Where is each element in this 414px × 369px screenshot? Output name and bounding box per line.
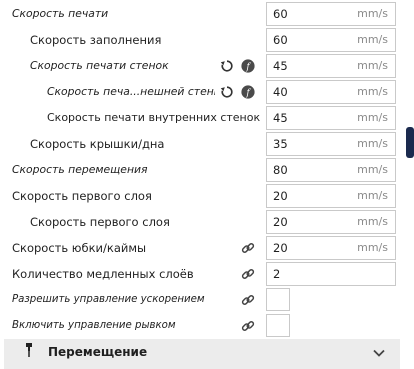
- function-icon[interactable]: f: [241, 85, 255, 99]
- setting-row-travel-speed: Скорость перемещения 80 mm/s: [0, 157, 414, 183]
- setting-label: Скорость заполнения: [30, 33, 162, 47]
- field-value: 60: [273, 7, 288, 21]
- field-unit: mm/s: [357, 241, 388, 254]
- setting-row-slower-layers: Количество медленных слоёв 2: [0, 261, 414, 287]
- inner-wall-speed-input[interactable]: 45 mm/s: [266, 106, 396, 130]
- setting-label: Скорость первого слоя: [30, 215, 170, 229]
- link-icon[interactable]: [241, 319, 255, 333]
- travel-icon: [22, 342, 36, 358]
- setting-label: Количество медленных слоёв: [12, 267, 194, 281]
- setting-row-wall-speed: Скорость печати стенок f 45 mm/s: [0, 53, 414, 79]
- setting-row-initial-layer-print-speed: Скорость первого слоя 20 mm/s: [0, 209, 414, 235]
- setting-row-infill-speed: Скорость заполнения 60 mm/s: [0, 27, 414, 53]
- field-unit: mm/s: [357, 163, 388, 176]
- setting-label: Скорость печа...нешней стенки: [47, 85, 215, 98]
- field-value: 35: [273, 137, 288, 151]
- setting-row-jerk-control: Включить управление рывком: [0, 313, 414, 339]
- section-header-travel[interactable]: Перемещение: [4, 339, 400, 369]
- setting-row-initial-layer-speed: Скорость первого слоя 20 mm/s: [0, 183, 414, 209]
- setting-label: Скорость юбки/каймы: [12, 241, 147, 255]
- acceleration-control-checkbox[interactable]: [266, 288, 290, 311]
- field-unit: mm/s: [357, 33, 388, 46]
- field-unit: mm/s: [357, 85, 388, 98]
- field-value: 20: [273, 241, 288, 255]
- field-value: 80: [273, 163, 288, 177]
- wall-speed-input[interactable]: 45 mm/s: [266, 54, 396, 78]
- top-bottom-speed-input[interactable]: 35 mm/s: [266, 132, 396, 156]
- reset-icon[interactable]: [220, 85, 234, 99]
- jerk-control-checkbox[interactable]: [266, 314, 290, 337]
- setting-row-acceleration-control: Разрешить управление ускорением: [0, 287, 414, 313]
- setting-label: Скорость печати внутренних стенок: [47, 111, 261, 124]
- field-value: 45: [273, 59, 288, 73]
- skirt-brim-speed-input[interactable]: 20 mm/s: [266, 236, 396, 260]
- link-icon[interactable]: [241, 267, 255, 281]
- setting-row-outer-wall-speed: Скорость печа...нешней стенки f 40 mm/s: [0, 79, 414, 105]
- setting-label: Разрешить управление ускорением: [12, 294, 205, 305]
- setting-label: Скорость перемещения: [12, 163, 148, 176]
- setting-label: Включить управление рывком: [12, 320, 176, 331]
- link-icon[interactable]: [241, 241, 255, 255]
- initial-layer-speed-input[interactable]: 20 mm/s: [266, 184, 396, 208]
- field-unit: mm/s: [357, 137, 388, 150]
- function-icon[interactable]: f: [241, 59, 255, 73]
- infill-speed-input[interactable]: 60 mm/s: [266, 28, 396, 52]
- field-unit: mm/s: [357, 7, 388, 20]
- setting-label: Скорость печати стенок: [30, 59, 169, 72]
- field-value: 40: [273, 85, 288, 99]
- field-unit: mm/s: [357, 189, 388, 202]
- chevron-down-icon[interactable]: [372, 345, 386, 359]
- field-value: 45: [273, 111, 288, 125]
- reset-icon[interactable]: [220, 59, 234, 73]
- field-value: 2: [273, 267, 281, 281]
- slower-layers-input[interactable]: 2: [266, 262, 396, 286]
- setting-row-inner-wall-speed: Скорость печати внутренних стенок 45 mm/…: [0, 105, 414, 131]
- setting-row-skirt-brim-speed: Скорость юбки/каймы 20 mm/s: [0, 235, 414, 261]
- outer-wall-speed-input[interactable]: 40 mm/s: [266, 80, 396, 104]
- setting-label: Скорость первого слоя: [12, 189, 152, 203]
- setting-label: Скорость крышки/дна: [30, 137, 165, 151]
- field-unit: mm/s: [357, 111, 388, 124]
- print-speed-input[interactable]: 60 mm/s: [266, 2, 396, 26]
- section-title: Перемещение: [48, 345, 148, 359]
- field-unit: mm/s: [357, 215, 388, 228]
- initial-layer-print-speed-input[interactable]: 20 mm/s: [266, 210, 396, 234]
- scrollbar-thumb[interactable]: [406, 127, 414, 158]
- setting-row-top-bottom-speed: Скорость крышки/дна 35 mm/s: [0, 131, 414, 157]
- field-unit: mm/s: [357, 59, 388, 72]
- field-value: 60: [273, 33, 288, 47]
- field-value: 20: [273, 215, 288, 229]
- setting-label: Скорость печати: [12, 7, 109, 20]
- setting-row-print-speed: Скорость печати 60 mm/s: [0, 1, 414, 27]
- field-value: 20: [273, 189, 288, 203]
- travel-speed-input[interactable]: 80 mm/s: [266, 158, 396, 182]
- link-icon[interactable]: [241, 293, 255, 307]
